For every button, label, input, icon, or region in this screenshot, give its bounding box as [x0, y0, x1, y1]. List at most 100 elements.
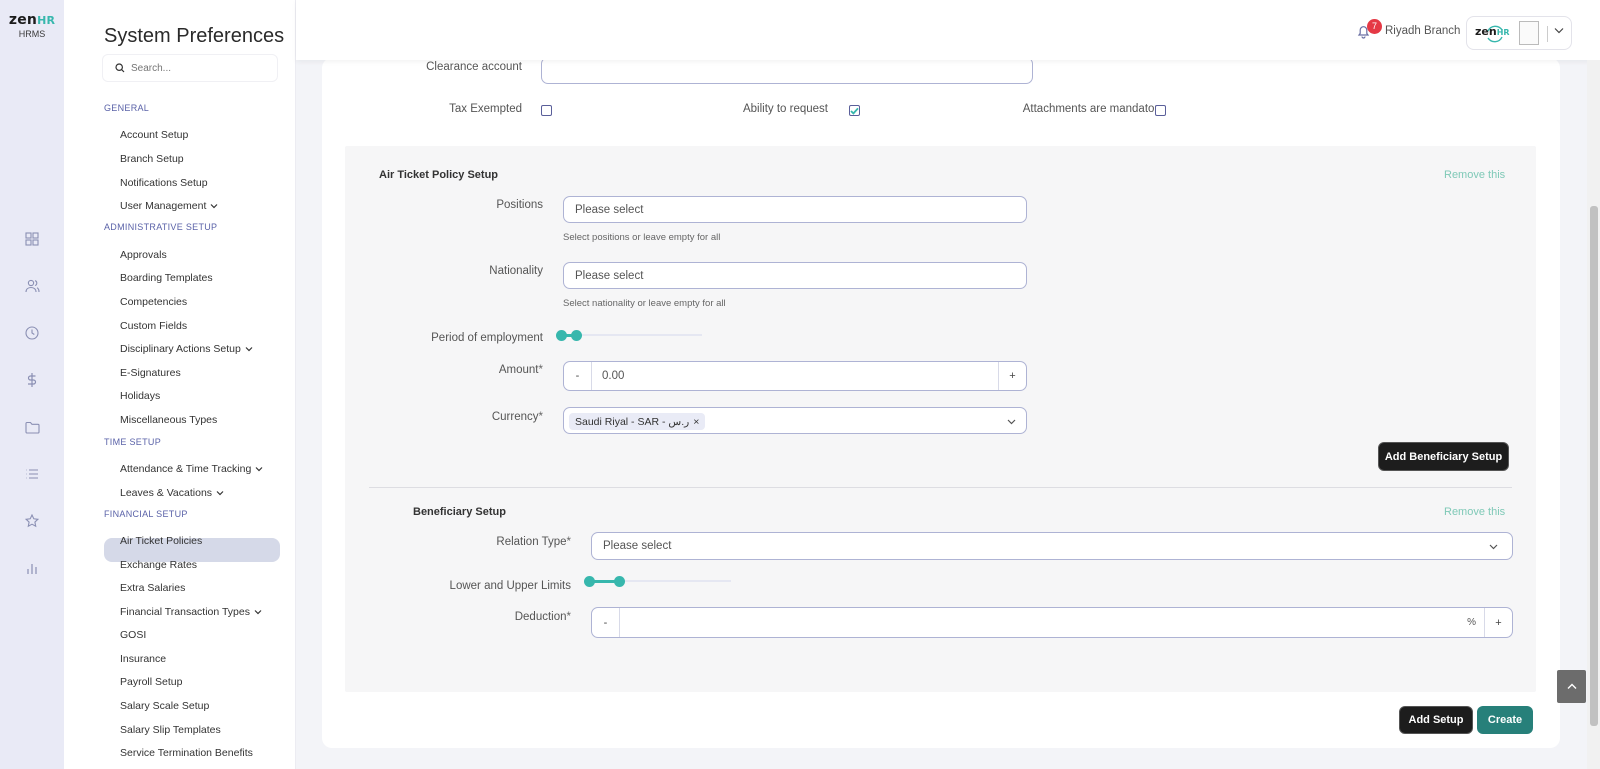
attachments-mandatory-label: Attachments are mandatory	[1022, 103, 1164, 115]
limits-slider-min-handle[interactable]	[584, 576, 595, 587]
scrollbar-thumb[interactable]	[1590, 206, 1598, 726]
notification-badge: 7	[1367, 19, 1382, 34]
sidebar-item-competencies[interactable]: Competencies	[120, 296, 187, 308]
amount-decrement-button[interactable]: -	[564, 362, 592, 390]
ability-to-request-label: Ability to request	[742, 103, 828, 115]
page-scrollbar[interactable]	[1587, 60, 1600, 769]
sidebar-item-extra-salaries[interactable]: Extra Salaries	[120, 582, 185, 594]
clock-icon[interactable]	[22, 323, 42, 343]
ability-to-request-checkbox[interactable]	[849, 105, 860, 116]
remove-beneficiary-link[interactable]: Remove this	[1444, 506, 1505, 518]
sidebar-search[interactable]	[102, 54, 278, 82]
create-button[interactable]: Create	[1477, 706, 1533, 734]
zenhr-logo[interactable]: zenHR HRMS	[8, 12, 56, 39]
positions-hint: Select positions or leave empty for all	[563, 232, 721, 243]
chart-icon[interactable]	[22, 558, 42, 578]
amount-value[interactable]: 0.00	[602, 370, 624, 382]
profile-menu[interactable]: zenHR	[1466, 16, 1572, 50]
relation-type-select[interactable]: Please select	[591, 532, 1513, 560]
section-divider	[369, 487, 1512, 488]
percent-suffix: %	[1467, 617, 1476, 628]
deduction-increment-button[interactable]: +	[1484, 608, 1512, 637]
sidebar-item-user-management[interactable]: User Management	[120, 200, 218, 212]
positions-select[interactable]: Please select	[563, 196, 1027, 223]
sidebar-item-notifications-setup[interactable]: Notifications Setup	[120, 177, 208, 189]
tax-exempted-checkbox[interactable]	[541, 105, 552, 116]
dollar-icon[interactable]	[22, 370, 42, 390]
chevron-down-icon	[1007, 419, 1016, 425]
amount-increment-button[interactable]: +	[998, 362, 1026, 390]
section-general: GENERAL	[104, 103, 150, 113]
sidebar-item-salary-slip-templates[interactable]: Salary Slip Templates	[120, 724, 221, 736]
period-slider-min-handle[interactable]	[556, 330, 567, 341]
sidebar-item-insurance[interactable]: Insurance	[120, 653, 166, 665]
sidebar-item-salary-scale-setup[interactable]: Salary Scale Setup	[120, 700, 209, 712]
chevron-down-icon	[255, 467, 263, 472]
branch-selector[interactable]: Riyadh Branch	[1385, 25, 1460, 37]
chevron-down-icon	[216, 491, 224, 496]
tag-remove-icon[interactable]: ×	[693, 416, 699, 428]
search-icon	[115, 63, 125, 73]
beneficiary-setup-title: Beneficiary Setup	[413, 506, 506, 518]
deduction-decrement-button[interactable]: -	[592, 608, 620, 637]
sidebar-item-financial-transaction-types[interactable]: Financial Transaction Types	[120, 606, 262, 618]
deduction-stepper[interactable]: - % +	[591, 607, 1513, 638]
sidebar-item-account-setup[interactable]: Account Setup	[120, 129, 188, 141]
scroll-to-top-button[interactable]	[1557, 670, 1586, 703]
add-setup-button[interactable]: Add Setup	[1399, 706, 1473, 734]
sidebar-item-air-ticket-policies[interactable]: Air Ticket Policies	[120, 535, 202, 547]
sidebar-item-gosi[interactable]: GOSI	[120, 629, 146, 641]
people-icon[interactable]	[22, 276, 42, 296]
section-financial-setup: FINANCIAL SETUP	[104, 509, 188, 519]
clearance-account-label: Clearance account	[426, 61, 522, 73]
section-time-setup: TIME SETUP	[104, 437, 162, 447]
attachments-mandatory-checkbox[interactable]	[1155, 105, 1166, 116]
nationality-select[interactable]: Please select	[563, 262, 1027, 289]
sidebar-item-branch-setup[interactable]: Branch Setup	[120, 153, 184, 165]
add-beneficiary-setup-button[interactable]: Add Beneficiary Setup	[1378, 442, 1509, 471]
currency-label: Currency*	[491, 411, 543, 423]
sidebar-item-disciplinary-actions-setup[interactable]: Disciplinary Actions Setup	[120, 343, 253, 355]
sidebar-item-attendance-time-tracking[interactable]: Attendance & Time Tracking	[120, 463, 263, 475]
chevron-down-icon	[1489, 544, 1498, 550]
checkmark-icon	[850, 107, 859, 115]
positions-label: Positions	[496, 199, 543, 211]
settings-sidebar: System Preferences GENERAL Account Setup…	[64, 0, 296, 769]
sidebar-item-custom-fields[interactable]: Custom Fields	[120, 320, 187, 332]
amount-label: Amount*	[498, 364, 543, 376]
folder-icon[interactable]	[22, 417, 42, 437]
tax-exempted-label: Tax Exempted	[449, 103, 522, 115]
sidebar-item-payroll-setup[interactable]: Payroll Setup	[120, 676, 182, 688]
chevron-down-icon	[254, 610, 262, 615]
lower-upper-limits-label: Lower and Upper Limits	[449, 580, 571, 592]
chevron-down-icon[interactable]	[1554, 27, 1564, 34]
remove-policy-link[interactable]: Remove this	[1444, 169, 1505, 181]
sidebar-item-exchange-rates[interactable]: Exchange Rates	[120, 559, 197, 571]
avatar[interactable]	[1519, 21, 1539, 45]
currency-select[interactable]: Saudi Riyal - SAR - ر.س ×	[563, 407, 1027, 434]
sidebar-item-holidays[interactable]: Holidays	[120, 390, 160, 402]
sidebar-item-service-termination-benefits[interactable]: Service Termination Benefits	[120, 747, 253, 759]
icon-rail: zenHR HRMS	[0, 0, 64, 769]
limits-slider-max-handle[interactable]	[614, 576, 625, 587]
section-administrative-setup: ADMINISTRATIVE SETUP	[104, 222, 218, 232]
nationality-label: Nationality	[489, 265, 543, 277]
sidebar-title: System Preferences	[104, 25, 285, 47]
chevron-up-icon	[1567, 683, 1576, 689]
search-input[interactable]	[131, 62, 261, 74]
sidebar-item-approvals[interactable]: Approvals	[120, 249, 167, 261]
clearance-account-input[interactable]	[541, 57, 1033, 84]
sidebar-item-e-signatures[interactable]: E-Signatures	[120, 367, 181, 379]
nationality-hint: Select nationality or leave empty for al…	[563, 298, 726, 309]
period-slider-max-handle[interactable]	[571, 330, 582, 341]
air-ticket-policy-title: Air Ticket Policy Setup	[379, 169, 499, 181]
sidebar-item-miscellaneous-types[interactable]: Miscellaneous Types	[120, 414, 217, 426]
star-icon[interactable]	[22, 511, 42, 531]
sidebar-item-boarding-templates[interactable]: Boarding Templates	[120, 272, 213, 284]
refresh-ring-icon	[1487, 25, 1503, 43]
list-icon[interactable]	[22, 464, 42, 484]
dashboard-icon[interactable]	[22, 229, 42, 249]
sidebar-item-leaves-vacations[interactable]: Leaves & Vacations	[120, 487, 224, 499]
amount-stepper[interactable]: - 0.00 +	[563, 361, 1027, 391]
profile-divider	[1547, 26, 1548, 42]
